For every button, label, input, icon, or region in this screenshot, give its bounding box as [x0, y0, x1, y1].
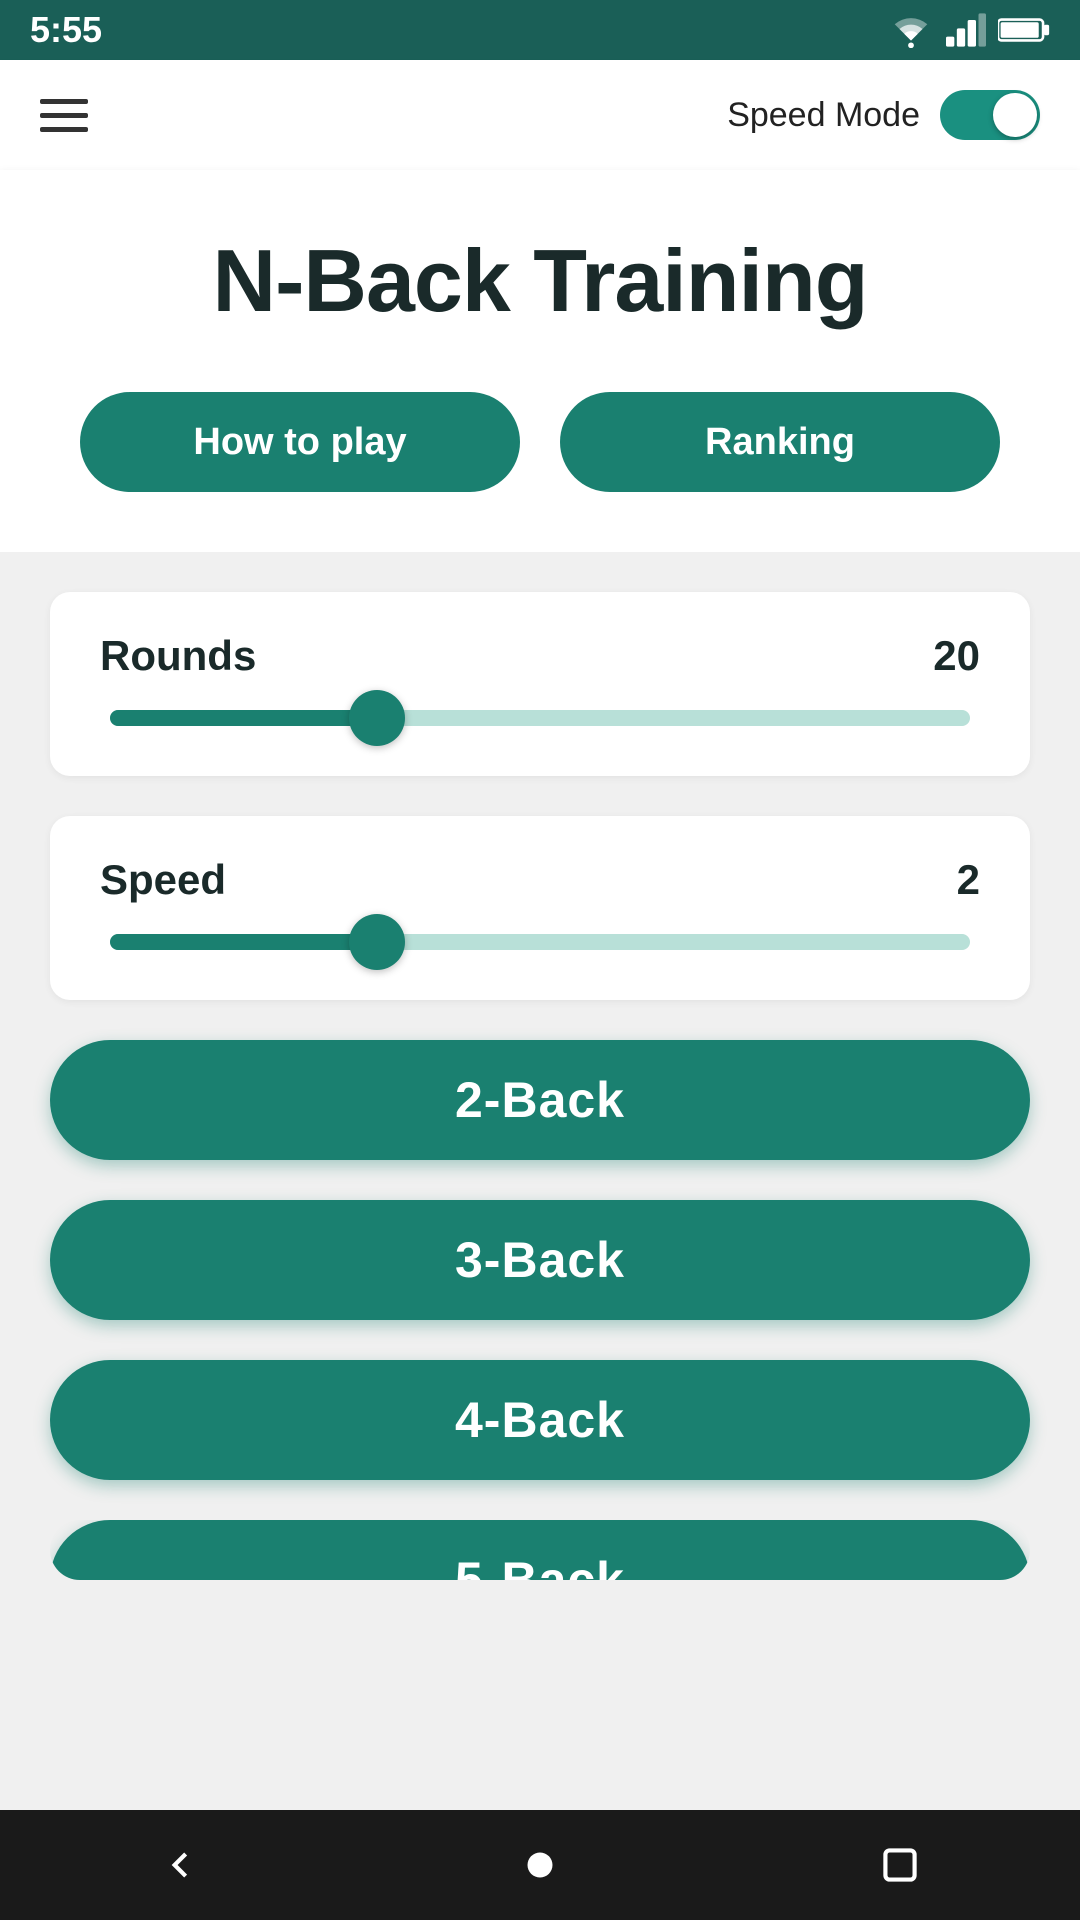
recents-nav-button[interactable] [875, 1840, 925, 1890]
app-title: N-Back Training [40, 230, 1040, 332]
tick-mid [536, 714, 544, 722]
two-back-button[interactable]: 2-Back [50, 1040, 1030, 1160]
speed-mode-container: Speed Mode [727, 90, 1040, 140]
rounds-label: Rounds [100, 632, 256, 680]
battery-icon [998, 15, 1050, 45]
hero-buttons: How to play Ranking [40, 392, 1040, 492]
speed-mode-label: Speed Mode [727, 96, 920, 135]
back-nav-button[interactable] [155, 1840, 205, 1890]
toggle-knob [993, 93, 1037, 137]
speed-label: Speed [100, 856, 226, 904]
home-nav-button[interactable] [515, 1840, 565, 1890]
four-back-button[interactable]: 4-Back [50, 1360, 1030, 1480]
back-icon [155, 1840, 205, 1890]
speed-slider-fill [110, 934, 377, 950]
speed-mode-toggle[interactable] [940, 90, 1040, 140]
ranking-button[interactable]: Ranking [560, 392, 1000, 492]
hamburger-menu-button[interactable] [40, 99, 88, 132]
hamburger-line-1 [40, 99, 88, 104]
wifi-icon [888, 12, 934, 48]
status-bar: 5:55 [0, 0, 1080, 60]
hero-section: N-Back Training How to play Ranking [0, 170, 1080, 552]
three-back-button[interactable]: 3-Back [50, 1200, 1030, 1320]
nav-bar [0, 1810, 1080, 1920]
five-back-button[interactable]: 5-Back [50, 1520, 1030, 1580]
recents-icon [875, 1840, 925, 1890]
speed-tick-mid [536, 938, 544, 946]
five-back-partial-container: 5-Back [50, 1520, 1030, 1580]
rounds-slider-track[interactable] [110, 710, 970, 726]
speed-slider-thumb[interactable] [349, 914, 405, 970]
rounds-slider-thumb[interactable] [349, 690, 405, 746]
rounds-slider-card: Rounds 20 [50, 592, 1030, 776]
rounds-slider-fill [110, 710, 377, 726]
tick-high [708, 714, 716, 722]
status-time: 5:55 [30, 9, 102, 51]
hamburger-line-2 [40, 113, 88, 118]
how-to-play-button[interactable]: How to play [80, 392, 520, 492]
speed-slider-card: Speed 2 [50, 816, 1030, 1000]
speed-slider-header: Speed 2 [100, 856, 980, 904]
speed-tick-high [708, 938, 716, 946]
content-area: Rounds 20 Speed 2 2-Back 3-Back 4-Back 5… [0, 552, 1080, 1810]
status-icons [888, 12, 1050, 48]
hamburger-line-3 [40, 127, 88, 132]
speed-slider-track[interactable] [110, 934, 970, 950]
signal-icon [946, 12, 986, 48]
home-icon [515, 1840, 565, 1890]
rounds-value: 20 [933, 632, 980, 680]
speed-value: 2 [957, 856, 980, 904]
app-bar: Speed Mode [0, 60, 1080, 170]
rounds-slider-header: Rounds 20 [100, 632, 980, 680]
